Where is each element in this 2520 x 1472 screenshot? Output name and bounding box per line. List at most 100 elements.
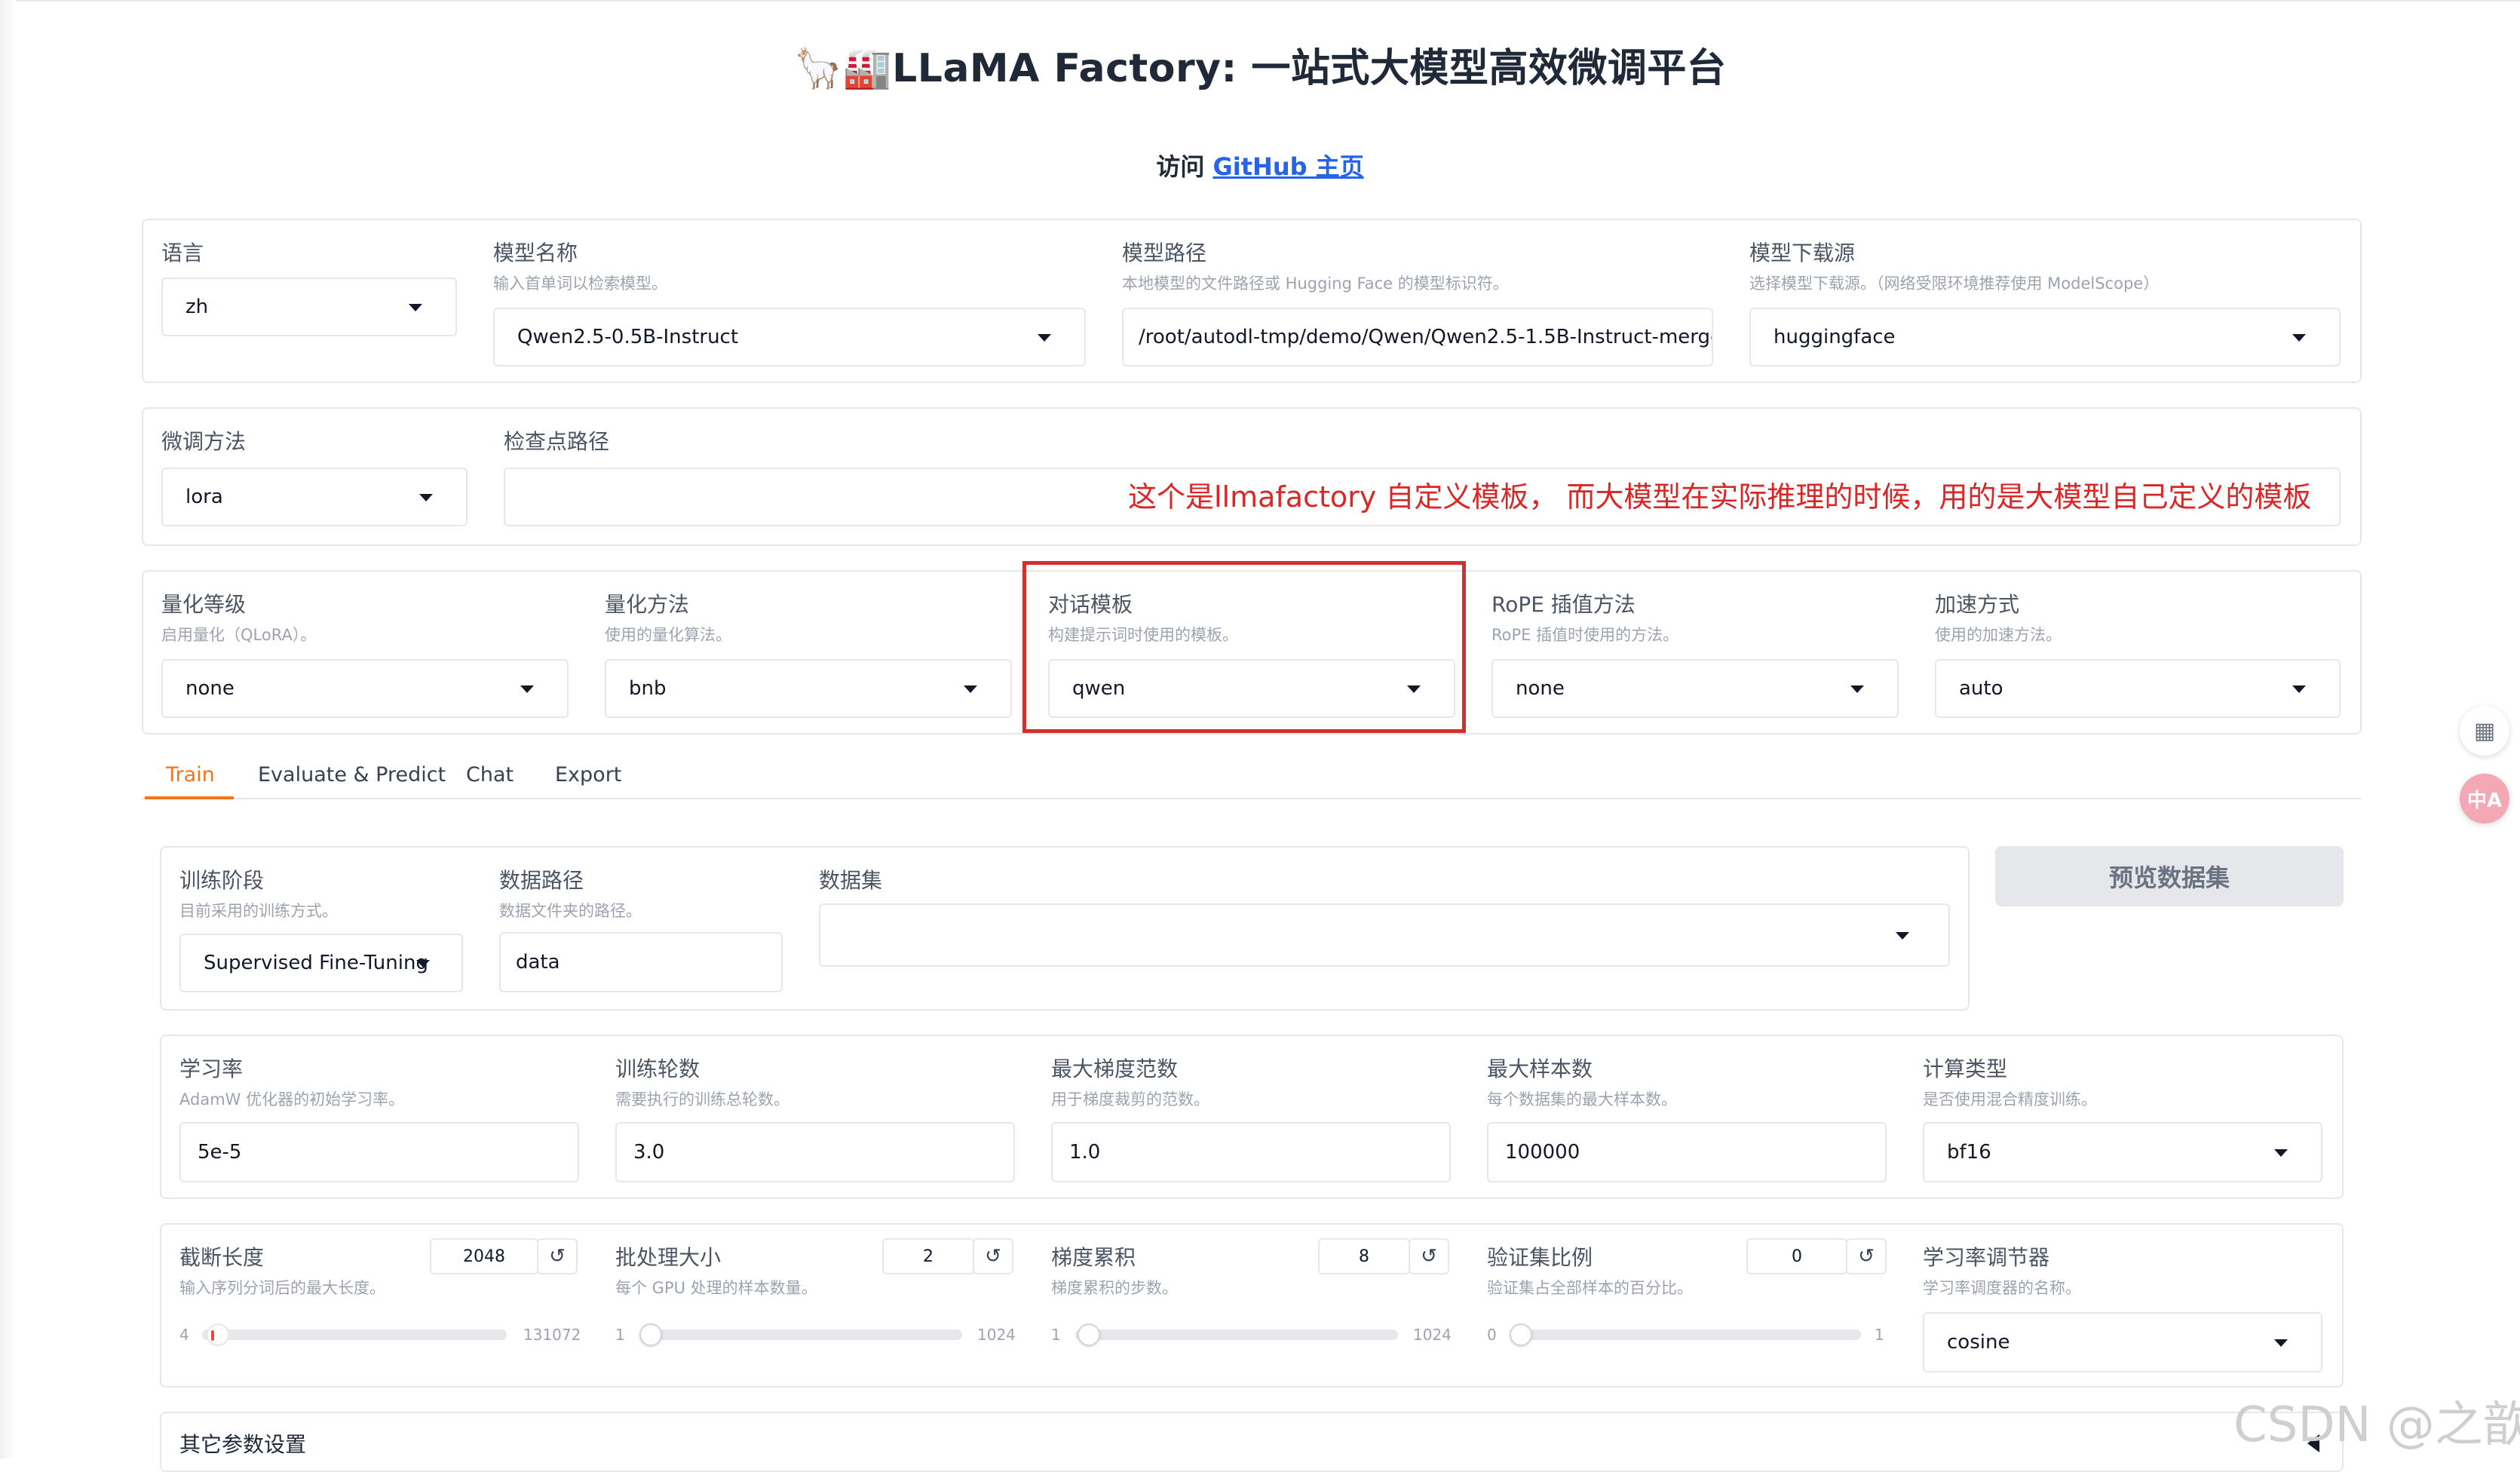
model-path-info: 本地模型的文件路径或 Hugging Face 的模型标识符。 (1122, 274, 1509, 293)
scheduler-label: 学习率调节器 (1923, 1245, 2050, 1270)
lr-info: AdamW 优化器的初始学习率。 (179, 1090, 405, 1109)
cutoff-label: 截断长度 (179, 1245, 265, 1270)
max-samples-input[interactable]: 100000 (1487, 1122, 1887, 1182)
quant-bit-value: none (185, 677, 235, 700)
cutoff-number[interactable]: 2048 (430, 1238, 538, 1274)
val-slider-thumb[interactable] (1510, 1323, 1532, 1346)
tab-evaluate-predict[interactable]: Evaluate & Predict (258, 763, 446, 787)
val-info: 验证集占全部样本的百分比。 (1487, 1279, 1693, 1297)
rope-label: RoPE 插值方法 (1491, 592, 1636, 617)
chevron-down-icon (2274, 1339, 2288, 1347)
stage-select[interactable]: Supervised Fine-Tuning (179, 934, 463, 992)
grad-norm-value: 1.0 (1069, 1141, 1101, 1164)
hub-label: 模型下载源 (1749, 241, 1856, 265)
scheduler-select[interactable]: cosine (1923, 1312, 2322, 1372)
chevron-down-icon (2292, 685, 2306, 693)
model-path-input[interactable]: /root/autodl-tmp/demo/Qwen/Qwen2.5-1.5B-… (1122, 308, 1713, 366)
other-settings-accordion[interactable] (160, 1412, 2344, 1472)
dataset-dir-info: 数据文件夹的路径。 (499, 902, 642, 920)
preview-dataset-button[interactable]: 预览数据集 (1995, 846, 2344, 906)
compute-value: bf16 (1947, 1141, 1991, 1164)
model-name-value: Qwen2.5-0.5B-Instruct (517, 326, 739, 348)
chevron-down-icon (419, 494, 433, 501)
page-title: 🦙🏭LLaMA Factory: 一站式大模型高效微调平台 (0, 36, 2520, 93)
grad-acc-label: 梯度累积 (1051, 1245, 1136, 1270)
grad-acc-number[interactable]: 8 (1318, 1238, 1410, 1274)
lang-select[interactable]: zh (161, 278, 457, 336)
batch-info: 每个 GPU 处理的样本数量。 (615, 1279, 817, 1297)
cutoff-reset-icon[interactable]: ↺ (537, 1238, 578, 1274)
chevron-down-icon (2274, 1149, 2288, 1157)
epochs-value: 3.0 (633, 1141, 665, 1164)
chevron-down-icon (1850, 685, 1864, 693)
model-name-select[interactable]: Qwen2.5-0.5B-Instruct (493, 308, 1086, 366)
batch-reset-icon[interactable]: ↺ (973, 1238, 1013, 1274)
booster-select[interactable]: auto (1935, 659, 2341, 718)
cutoff-max: 131072 (523, 1326, 581, 1344)
compute-select[interactable]: bf16 (1923, 1122, 2322, 1182)
batch-max: 1024 (977, 1326, 1016, 1344)
grad-acc-slider-thumb[interactable] (1077, 1323, 1100, 1346)
grad-norm-input[interactable]: 1.0 (1051, 1122, 1451, 1182)
chevron-down-icon (2292, 334, 2306, 342)
val-slider[interactable] (1510, 1323, 1861, 1346)
quant-bit-info: 启用量化（QLoRA）。 (161, 626, 317, 644)
translate-icon[interactable]: 中A (2460, 774, 2509, 823)
rope-info: RoPE 插值时使用的方法。 (1491, 626, 1679, 644)
visit-prefix: 访问 (1156, 152, 1213, 181)
dataset-label: 数据集 (819, 868, 883, 893)
tab-train[interactable]: Train (166, 763, 215, 787)
qr-code-icon[interactable]: ▦ (2460, 706, 2509, 756)
template-highlight-box (1022, 561, 1466, 733)
grad-acc-slider[interactable] (1075, 1323, 1398, 1346)
chevron-down-icon (964, 685, 977, 693)
val-max: 1 (1875, 1326, 1884, 1344)
val-label: 验证集比例 (1487, 1245, 1593, 1270)
dataset-select[interactable] (819, 903, 1950, 967)
lr-input[interactable]: 5e-5 (179, 1122, 579, 1182)
tab-export[interactable]: Export (555, 763, 621, 787)
tab-active-underline (145, 796, 234, 799)
grad-norm-label: 最大梯度范数 (1051, 1056, 1179, 1081)
hub-info: 选择模型下载源。（网络受限环境推荐使用 ModelScope） (1749, 274, 2160, 293)
val-number[interactable]: 0 (1746, 1238, 1847, 1274)
grad-norm-info: 用于梯度裁剪的范数。 (1051, 1090, 1209, 1109)
lang-value: zh (185, 296, 209, 318)
finetune-select[interactable]: lora (161, 468, 468, 526)
cutoff-min: 4 (179, 1326, 189, 1344)
finetune-value: lora (185, 486, 223, 508)
github-link[interactable]: GitHub 主页 (1213, 152, 1364, 181)
quant-bit-select[interactable]: none (161, 659, 569, 718)
epochs-input[interactable]: 3.0 (615, 1122, 1015, 1182)
chevron-down-icon (409, 304, 422, 311)
compute-info: 是否使用混合精度训练。 (1923, 1090, 2097, 1109)
chevron-down-icon (1038, 334, 1051, 342)
lang-label: 语言 (161, 241, 204, 265)
batch-label: 批处理大小 (615, 1245, 722, 1270)
cutoff-slider[interactable] (202, 1323, 507, 1346)
model-name-label: 模型名称 (493, 241, 578, 265)
epochs-info: 需要执行的训练总轮数。 (615, 1090, 789, 1109)
rope-value: none (1516, 677, 1565, 700)
grad-acc-info: 梯度累积的步数。 (1051, 1279, 1178, 1297)
stage-value: Supervised Fine-Tuning (204, 952, 428, 974)
chevron-down-icon (1896, 932, 1909, 940)
quant-bit-label: 量化等级 (161, 592, 247, 617)
model-name-info: 输入首单词以检索模型。 (493, 274, 667, 293)
grad-acc-reset-icon[interactable]: ↺ (1409, 1238, 1449, 1274)
max-samples-label: 最大样本数 (1487, 1056, 1593, 1081)
dataset-dir-input[interactable]: data (499, 932, 783, 992)
batch-number[interactable]: 2 (882, 1238, 974, 1274)
left-shade (0, 0, 17, 1458)
red-annotation: 这个是llmafactory 自定义模板， 而大模型在实际推理的时候，用的是大模… (1128, 480, 2312, 514)
booster-label: 加速方式 (1935, 592, 2020, 617)
cutoff-info: 输入序列分词后的最大长度。 (179, 1279, 385, 1297)
hub-select[interactable]: huggingface (1749, 308, 2341, 366)
rope-select[interactable]: none (1491, 659, 1899, 718)
booster-value: auto (1959, 677, 2003, 700)
val-reset-icon[interactable]: ↺ (1846, 1238, 1887, 1274)
tab-chat[interactable]: Chat (466, 763, 514, 787)
cutoff-slider-thumb[interactable] (206, 1323, 229, 1346)
quant-method-select[interactable]: bnb (605, 659, 1012, 718)
batch-slider[interactable] (639, 1323, 962, 1346)
